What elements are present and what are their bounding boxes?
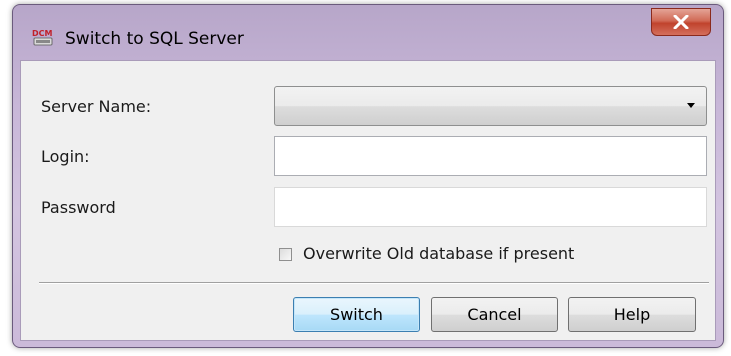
password-label: Password xyxy=(41,198,116,217)
server-name-label: Server Name: xyxy=(41,97,152,116)
password-input[interactable] xyxy=(274,187,707,227)
svg-text:DCM: DCM xyxy=(32,29,53,38)
overwrite-checkbox[interactable] xyxy=(279,248,292,261)
dropdown-arrow-icon xyxy=(687,103,695,108)
dialog-content: Server Name: Login: Password Overwrite O… xyxy=(20,60,716,341)
help-button[interactable]: Help xyxy=(568,297,696,332)
login-label: Login: xyxy=(41,147,90,166)
switch-button[interactable]: Switch xyxy=(293,297,420,332)
dialog-window: DCM Switch to SQL Server Server Name: Lo… xyxy=(12,4,724,348)
login-input[interactable] xyxy=(274,136,707,176)
title-bar[interactable]: DCM Switch to SQL Server xyxy=(13,5,723,59)
cancel-button[interactable]: Cancel xyxy=(431,297,558,332)
separator-line xyxy=(39,282,709,284)
dcm-app-icon: DCM xyxy=(31,28,59,48)
window-title: Switch to SQL Server xyxy=(65,29,244,49)
close-x-icon xyxy=(673,15,689,29)
server-name-dropdown[interactable] xyxy=(274,86,707,126)
close-button[interactable] xyxy=(651,8,711,36)
overwrite-checkbox-label[interactable]: Overwrite Old database if present xyxy=(303,244,574,263)
